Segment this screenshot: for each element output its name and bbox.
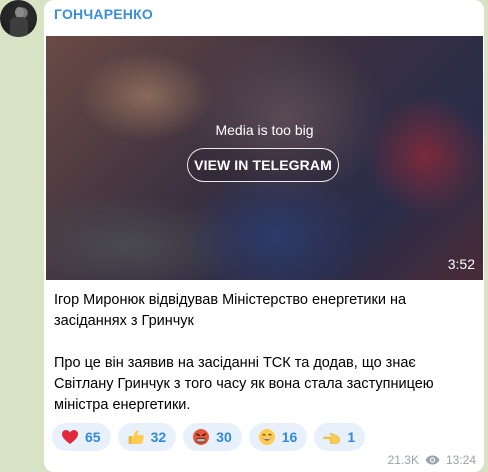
message-bubble: ГОНЧАРЕНКО Media is too big VIEW IN TELE… bbox=[44, 0, 484, 472]
pointing-hand-icon bbox=[323, 433, 341, 444]
message-text: Ігор Миронюк відвідував Міністерство ене… bbox=[54, 290, 474, 416]
angry-face-icon bbox=[193, 429, 210, 445]
reaction-grinning-face[interactable]: 16 bbox=[248, 423, 308, 451]
eye-icon bbox=[425, 455, 440, 465]
message-paragraph: Про це він заявив на засіданні ТСК та до… bbox=[54, 355, 434, 413]
reaction-angry-face[interactable]: 30 bbox=[183, 423, 242, 451]
heart-icon bbox=[62, 430, 78, 444]
channel-avatar[interactable] bbox=[0, 0, 37, 37]
message-paragraph: Ігор Миронюк відвідував Міністерство ене… bbox=[54, 292, 407, 329]
message-meta: 21.3K 13:24 bbox=[388, 453, 476, 467]
channel-name[interactable]: ГОНЧАРЕНКО bbox=[54, 6, 153, 22]
video-preview[interactable]: Media is too big VIEW IN TELEGRAM 3:52 bbox=[46, 36, 483, 280]
message-time: 13:24 bbox=[445, 453, 476, 467]
reactions-bar: 65 32 30 16 1 bbox=[52, 423, 366, 451]
reaction-count: 30 bbox=[216, 429, 232, 445]
view-in-telegram-button[interactable]: VIEW IN TELEGRAM bbox=[187, 148, 339, 182]
media-notice: Media is too big bbox=[215, 122, 314, 138]
reaction-count: 16 bbox=[281, 429, 298, 445]
reaction-thumbs-up[interactable]: 32 bbox=[117, 423, 177, 451]
avatar-body bbox=[10, 17, 28, 37]
thumbs-up-icon bbox=[128, 430, 144, 444]
views-count: 21.3K bbox=[387, 453, 419, 467]
reaction-count: 1 bbox=[347, 429, 356, 445]
reaction-count: 32 bbox=[150, 429, 167, 445]
video-duration: 3:52 bbox=[447, 256, 475, 272]
grinning-face-icon bbox=[258, 429, 275, 445]
reaction-pointing-hand[interactable]: 1 bbox=[314, 423, 366, 451]
reaction-heart[interactable]: 65 bbox=[52, 423, 111, 451]
reaction-count: 65 bbox=[85, 429, 101, 445]
